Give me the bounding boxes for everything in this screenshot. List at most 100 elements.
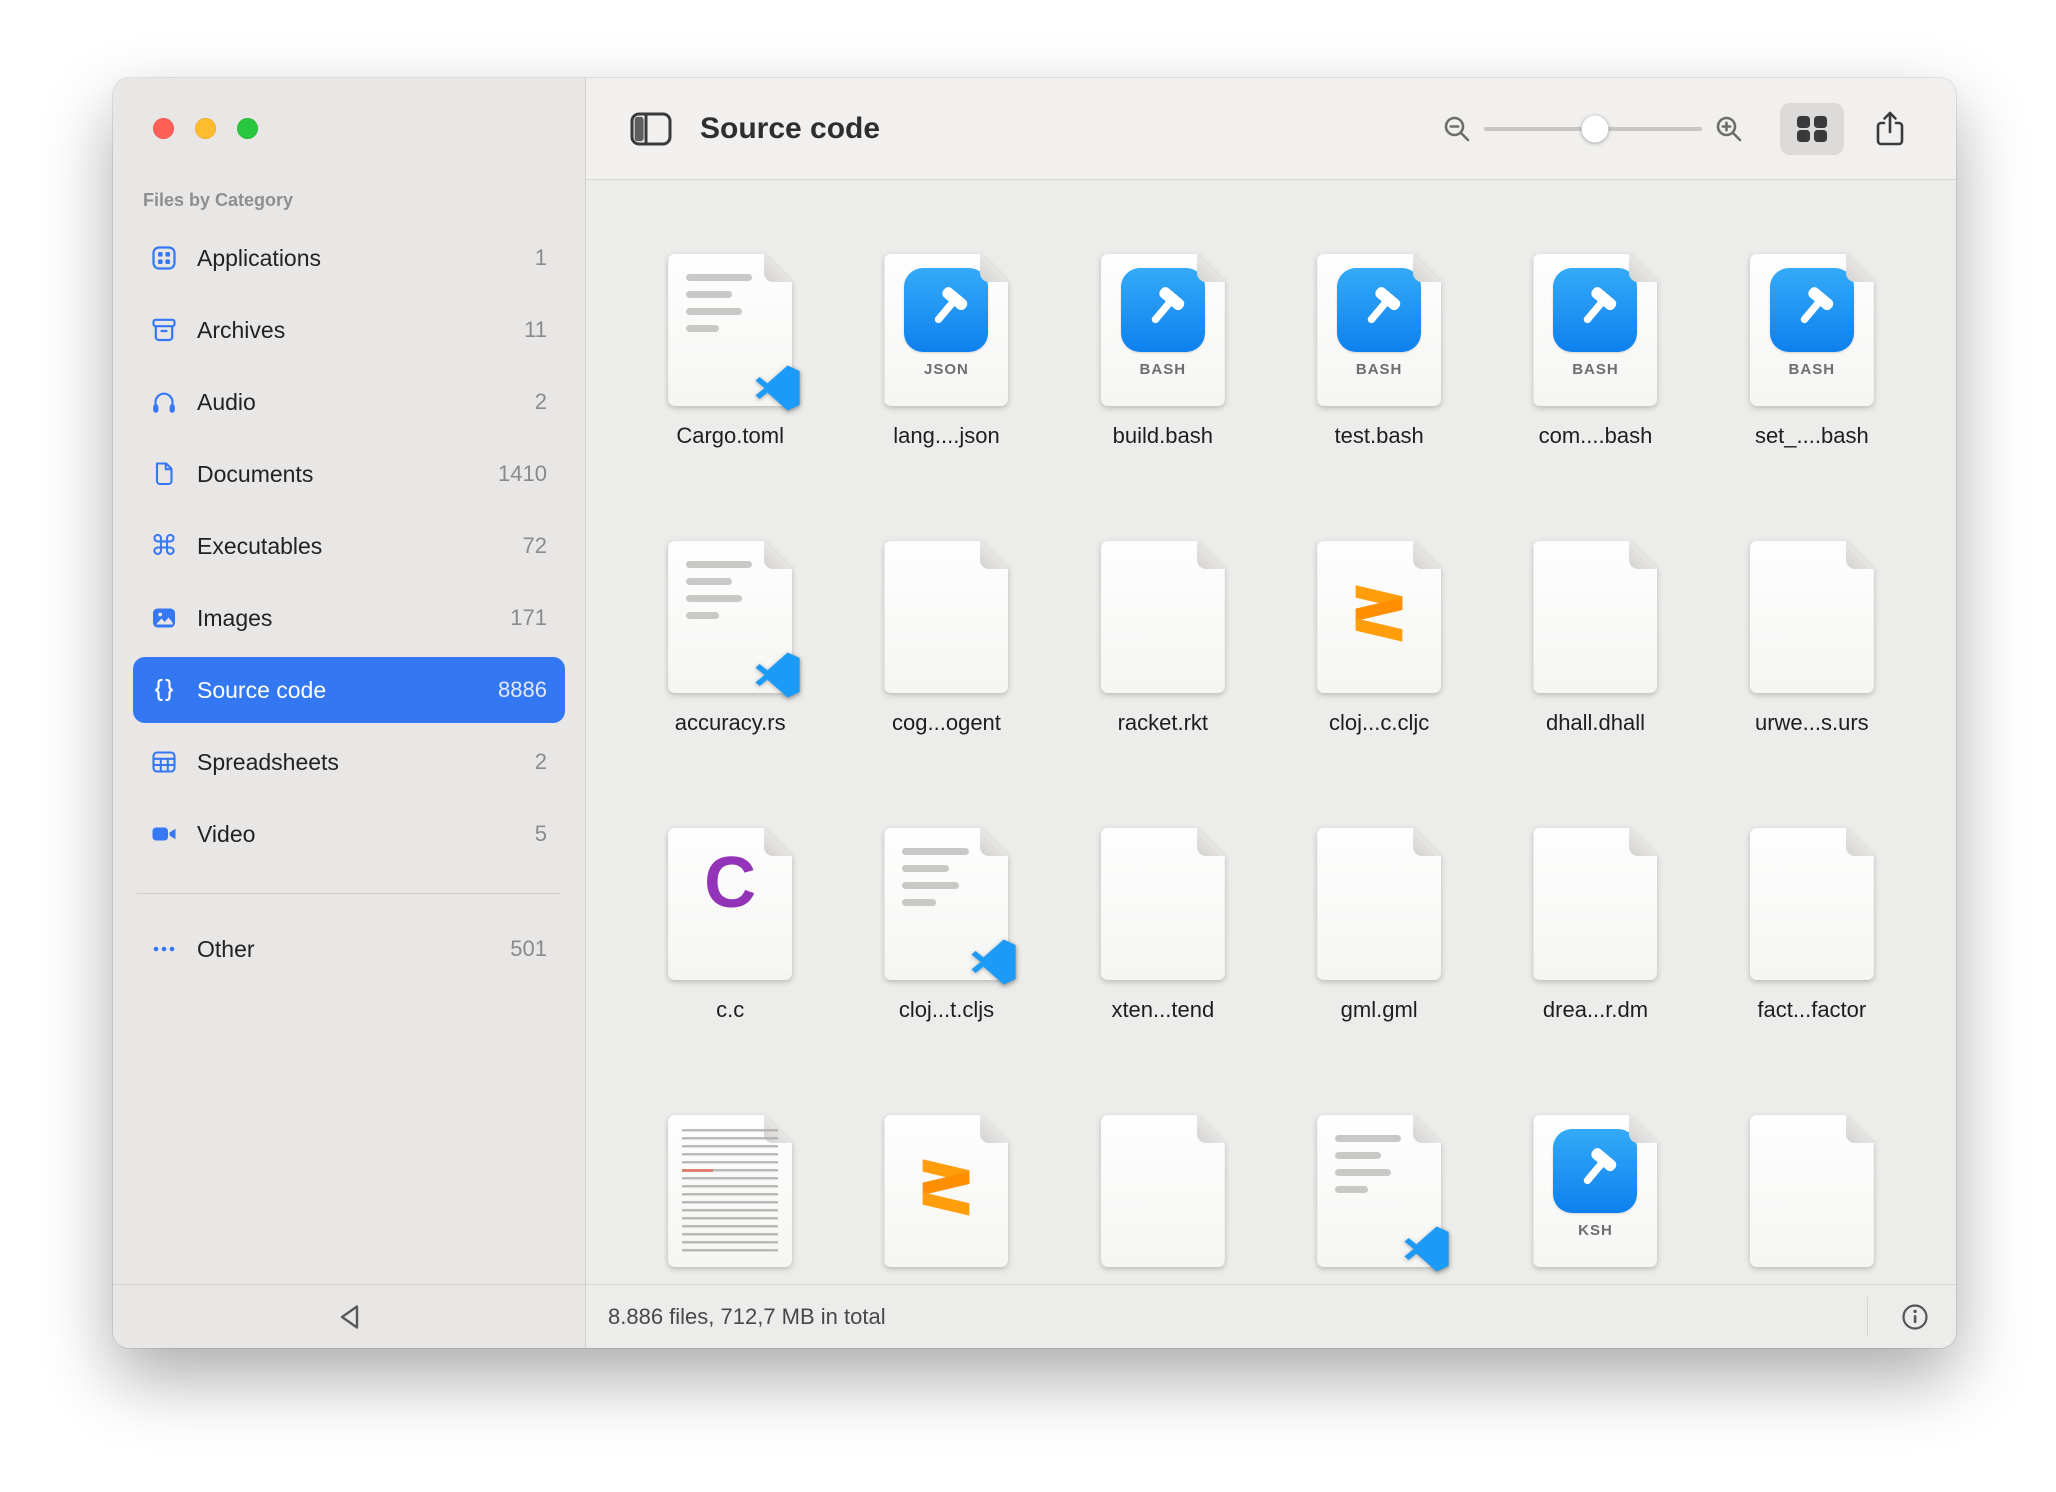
- file-type-badge: BASH: [1356, 361, 1403, 378]
- file-item[interactable]: fact...factor: [1704, 828, 1920, 1115]
- file-type-badge: BASH: [1789, 361, 1836, 378]
- file-item[interactable]: urwe...s.urs: [1704, 541, 1920, 828]
- sidebar-item-label: Video: [197, 821, 255, 848]
- photo-icon: [145, 602, 183, 634]
- file-item[interactable]: drea...r.dm: [1487, 828, 1703, 1115]
- video-camera-icon: [145, 818, 183, 850]
- document-file-icon: [668, 254, 792, 406]
- vscode-badge-icon: [755, 652, 801, 698]
- file-item[interactable]: [838, 1115, 1054, 1284]
- file-item[interactable]: [1704, 1115, 1920, 1284]
- blank-file-icon: [884, 541, 1008, 693]
- file-name: racket.rkt: [1118, 710, 1208, 736]
- share-icon: [1875, 110, 1905, 147]
- file-item[interactable]: accuracy.rs: [622, 541, 838, 828]
- sidebar-item-documents[interactable]: Documents 1410: [133, 441, 565, 507]
- file-item[interactable]: gml.gml: [1271, 828, 1487, 1115]
- sidebar-item-archives[interactable]: Archives 11: [133, 297, 565, 363]
- zoom-out-icon[interactable]: [1442, 114, 1472, 144]
- file-item[interactable]: dhall.dhall: [1487, 541, 1703, 828]
- document-file-icon: [1317, 1115, 1441, 1267]
- traffic-lights: [153, 118, 258, 139]
- blank-file-icon: [1101, 1115, 1225, 1267]
- file-item[interactable]: cloj...c.cljc: [1271, 541, 1487, 828]
- file-item[interactable]: BASH test.bash: [1271, 254, 1487, 541]
- file-item[interactable]: Cargo.toml: [622, 254, 838, 541]
- applications-icon: [145, 242, 183, 274]
- sidebar-item-label: Images: [197, 605, 272, 632]
- zoom-slider-knob[interactable]: [1582, 115, 1609, 142]
- file-item[interactable]: xten...tend: [1055, 828, 1271, 1115]
- file-item[interactable]: racket.rkt: [1055, 541, 1271, 828]
- file-item[interactable]: JSON lang....json: [838, 254, 1054, 541]
- bash-file-icon: BASH: [1533, 254, 1657, 406]
- status-summary: 8.886 files, 712,7 MB in total: [608, 1304, 886, 1330]
- headphones-icon: [145, 386, 183, 418]
- text-file-icon: [668, 1115, 792, 1267]
- sidebar-item-label: Documents: [197, 461, 313, 488]
- sidebar-item-applications[interactable]: Applications 1: [133, 225, 565, 291]
- sidebar-list: Applications 1 Archives 11 Audio 2: [113, 225, 585, 1284]
- file-item[interactable]: cloj...t.cljs: [838, 828, 1054, 1115]
- grid-view-button[interactable]: [1780, 103, 1844, 155]
- file-name: accuracy.rs: [675, 710, 786, 736]
- file-name: c.c: [716, 997, 744, 1023]
- blank-file-icon: [1533, 828, 1657, 980]
- sidebar-item-count: 1: [535, 245, 547, 271]
- info-button[interactable]: [1900, 1302, 1930, 1332]
- sublime-file-icon: [884, 1115, 1008, 1267]
- hammer-app-icon: [1553, 1129, 1637, 1213]
- bash-file-icon: BASH: [1317, 254, 1441, 406]
- file-item[interactable]: BASH set_....bash: [1704, 254, 1920, 541]
- sidebar-item-other[interactable]: Other 501: [133, 916, 565, 982]
- sublime-file-icon: [1317, 541, 1441, 693]
- sidebar-item-label: Archives: [197, 317, 285, 344]
- sidebar-item-count: 171: [510, 605, 547, 631]
- archive-box-icon: [145, 314, 183, 346]
- hammer-app-icon: [1553, 268, 1637, 352]
- vscode-badge-icon: [755, 365, 801, 411]
- zoom-in-icon[interactable]: [1714, 114, 1744, 144]
- close-button[interactable]: [153, 118, 174, 139]
- sidebar-item-video[interactable]: Video 5: [133, 801, 565, 867]
- hammer-app-icon: [1121, 268, 1205, 352]
- file-name: lang....json: [893, 423, 999, 449]
- document-file-icon: [884, 828, 1008, 980]
- file-item[interactable]: BASH build.bash: [1055, 254, 1271, 541]
- sidebar-item-count: 5: [535, 821, 547, 847]
- blank-file-icon: [1750, 828, 1874, 980]
- sidebar-item-label: Spreadsheets: [197, 749, 339, 776]
- minimize-button[interactable]: [195, 118, 216, 139]
- document-icon: [145, 458, 183, 490]
- file-name: drea...r.dm: [1543, 997, 1648, 1023]
- blank-file-icon: [1533, 541, 1657, 693]
- zoom-button[interactable]: [237, 118, 258, 139]
- blank-file-icon: [1750, 1115, 1874, 1267]
- file-item[interactable]: cog...ogent: [838, 541, 1054, 828]
- file-item[interactable]: [1271, 1115, 1487, 1284]
- zoom-slider[interactable]: [1484, 113, 1702, 145]
- file-item[interactable]: C c.c: [622, 828, 838, 1115]
- bash-file-icon: BASH: [1750, 254, 1874, 406]
- file-item[interactable]: KSH: [1487, 1115, 1703, 1284]
- sublime-logo-icon: [913, 1151, 979, 1217]
- ellipsis-icon: [145, 933, 183, 965]
- sidebar-item-images[interactable]: Images 171: [133, 585, 565, 651]
- document-file-icon: [668, 541, 792, 693]
- command-icon: ⌘: [145, 530, 183, 562]
- file-item[interactable]: [1055, 1115, 1271, 1284]
- bash-file-icon: BASH: [1101, 254, 1225, 406]
- vscode-badge-icon: [1404, 1226, 1450, 1272]
- file-name: xten...tend: [1111, 997, 1214, 1023]
- sidebar-item-audio[interactable]: Audio 2: [133, 369, 565, 435]
- share-button[interactable]: [1858, 103, 1922, 155]
- sidebar-item-spreadsheets[interactable]: Spreadsheets 2: [133, 729, 565, 795]
- file-item[interactable]: [622, 1115, 838, 1284]
- file-type-badge: BASH: [1572, 361, 1619, 378]
- back-button[interactable]: [335, 1302, 363, 1332]
- file-item[interactable]: BASH com....bash: [1487, 254, 1703, 541]
- sidebar-item-executables[interactable]: ⌘ Executables 72: [133, 513, 565, 579]
- sidebar-toggle-button[interactable]: [630, 112, 672, 146]
- sidebar-item-count: 2: [535, 749, 547, 775]
- sidebar-item-source-code[interactable]: Source code 8886: [133, 657, 565, 723]
